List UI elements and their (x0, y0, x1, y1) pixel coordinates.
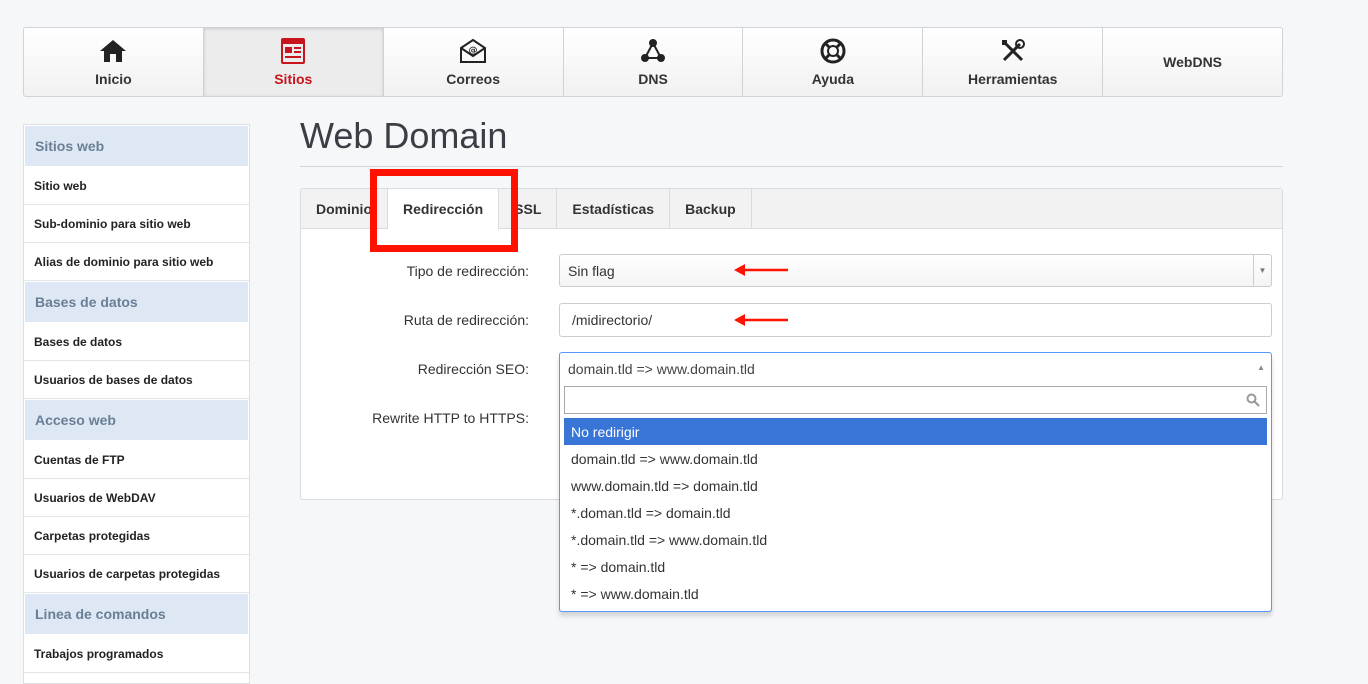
dropdown-option[interactable]: * => www.domain.tld (564, 580, 1267, 607)
chevron-up-icon: ▲ (1257, 363, 1265, 372)
nav-item-inicio[interactable]: Inicio (24, 28, 204, 96)
nav-item-herramientas[interactable]: Herramientas (923, 28, 1104, 96)
redirect-type-label: Tipo de redirección: (406, 263, 529, 279)
nav-label: Inicio (95, 71, 132, 87)
chevron-down-icon: ▼ (1253, 255, 1271, 286)
dropdown-option[interactable]: www.domain.tld => domain.tld (564, 472, 1267, 499)
tab-estadisticas[interactable]: Estadísticas (557, 189, 671, 229)
redirect-path-label: Ruta de redirección: (403, 312, 529, 328)
rewrite-https-label: Rewrite HTTP to HTTPS: (372, 410, 529, 426)
seo-redirect-label: Redirección SEO: (417, 361, 529, 377)
tab-dominio[interactable]: Dominio (301, 189, 388, 229)
nav-label: Ayuda (811, 71, 854, 87)
sidebar-header-sitios-web: Sitios web (25, 126, 248, 166)
sidebar-header-linea-comandos: Linea de comandos (25, 594, 248, 634)
redirect-type-value: Sin flag (568, 262, 615, 279)
dropdown-option[interactable]: *.domain.tld => www.domain.tld (564, 526, 1267, 553)
nav-label: DNS (638, 71, 668, 87)
sidebar-item-trabajos-programados[interactable]: Trabajos programados (24, 635, 249, 673)
seo-redirect-select[interactable]: domain.tld => www.domain.tld ▲ (560, 353, 1271, 385)
mail-icon: @ (458, 37, 488, 65)
dns-icon (638, 37, 668, 65)
annotation-arrow-icon (734, 264, 788, 276)
sidebar-item-usuarios-carpetas[interactable]: Usuarios de carpetas protegidas (24, 555, 249, 593)
nav-label: Sitios (274, 71, 313, 87)
dropdown-option[interactable]: *.doman.tld => domain.tld (564, 499, 1267, 526)
sidebar-item-usuarios-bd[interactable]: Usuarios de bases de datos (24, 361, 249, 399)
nav-label: Herramientas (967, 71, 1058, 87)
sidebar-item-cuentas-ftp[interactable]: Cuentas de FTP (24, 441, 249, 479)
home-icon (98, 37, 128, 65)
sidebar-header-acceso-web: Acceso web (25, 400, 248, 440)
nav-item-sitios[interactable]: Sitios (203, 28, 384, 96)
top-navigation: Inicio Sitios @ Correos DNS Ayuda Herram… (23, 27, 1283, 97)
dropdown-option[interactable]: * => domain.tld (564, 553, 1267, 580)
sidebar-item-sitio-web[interactable]: Sitio web (24, 167, 249, 205)
nav-item-correos[interactable]: @ Correos (384, 28, 564, 96)
sidebar-item-alias-dominio[interactable]: Alias de dominio para sitio web (24, 243, 249, 281)
redirect-path-input[interactable] (559, 303, 1272, 337)
search-icon (1246, 393, 1260, 407)
dropdown-search-input[interactable] (565, 387, 1266, 413)
sidebar-header-bases-de-datos: Bases de datos (25, 282, 248, 322)
tab-bar: Dominio Redirección SSL Estadísticas Bac… (301, 189, 1282, 230)
nav-item-ayuda[interactable]: Ayuda (743, 28, 924, 96)
nav-item-webdns[interactable]: WebDNS (1103, 28, 1282, 96)
sidebar: Sitios web Sitio web Sub-dominio para si… (23, 124, 250, 684)
help-icon (818, 37, 848, 65)
tab-ssl[interactable]: SSL (499, 189, 558, 229)
sidebar-item-carpetas-protegidas[interactable]: Carpetas protegidas (24, 517, 249, 555)
seo-redirect-value: domain.tld => www.domain.tld (568, 361, 755, 377)
tools-icon (998, 37, 1028, 65)
sidebar-item-usuarios-webdav[interactable]: Usuarios de WebDAV (24, 479, 249, 517)
seo-redirect-dropdown[interactable]: domain.tld => www.domain.tld ▲ No rediri… (559, 352, 1272, 612)
tab-backup[interactable]: Backup (670, 189, 752, 229)
dropdown-option[interactable]: No redirigir (564, 418, 1267, 445)
nav-label: Correos (446, 71, 500, 87)
tab-redireccion[interactable]: Redirección (388, 189, 500, 230)
page-title: Web Domain (300, 115, 508, 156)
annotation-arrow-icon (734, 314, 788, 326)
sidebar-item-sub-dominio[interactable]: Sub-dominio para sitio web (24, 205, 249, 243)
redirect-type-select[interactable]: Sin flag ▼ (559, 254, 1272, 287)
nav-item-dns[interactable]: DNS (564, 28, 744, 96)
dropdown-search-box[interactable] (564, 386, 1267, 414)
title-divider (300, 166, 1283, 167)
nav-label: WebDNS (1163, 54, 1223, 70)
dropdown-option[interactable]: domain.tld => www.domain.tld (564, 445, 1267, 472)
dropdown-options: No redirigir domain.tld => www.domain.tl… (564, 418, 1267, 607)
svg-text:@: @ (469, 46, 478, 56)
sidebar-item-bases-de-datos[interactable]: Bases de datos (24, 323, 249, 361)
sites-icon (278, 37, 308, 65)
